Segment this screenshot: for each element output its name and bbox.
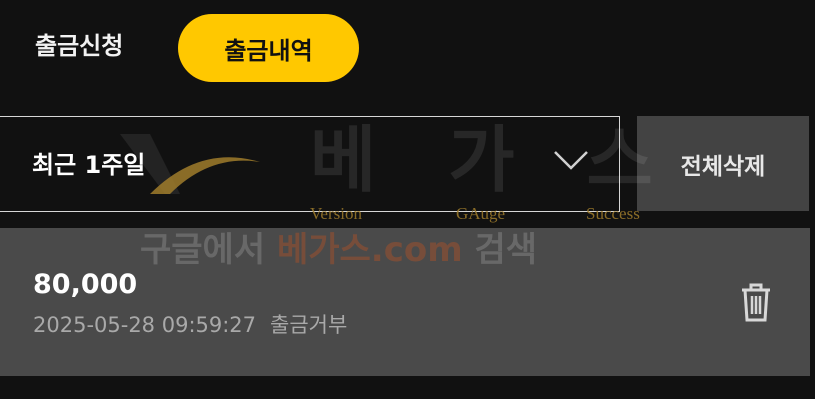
trash-icon[interactable] <box>736 280 776 324</box>
tab-withdraw-request[interactable]: 출금신청 <box>35 26 123 66</box>
withdraw-amount: 80,000 <box>33 269 138 300</box>
period-select[interactable]: 최근 1주일 <box>0 116 620 212</box>
withdraw-datetime: 2025-05-28 09:59:27 <box>33 313 257 337</box>
tab-bar: 출금신청 출금내역 <box>0 0 815 95</box>
tab-withdraw-history[interactable]: 출금내역 <box>178 14 359 82</box>
delete-all-button[interactable]: 전체삭제 <box>637 116 809 211</box>
period-select-value: 최근 1주일 <box>32 151 146 179</box>
withdraw-meta: 2025-05-28 09:59:27 출금거부 <box>33 310 347 340</box>
list-item: 80,000 2025-05-28 09:59:27 출금거부 <box>0 228 810 376</box>
chevron-down-icon <box>554 151 588 170</box>
filter-row: 최근 1주일 전체삭제 <box>0 116 815 212</box>
status-badge: 출금거부 <box>270 313 348 337</box>
